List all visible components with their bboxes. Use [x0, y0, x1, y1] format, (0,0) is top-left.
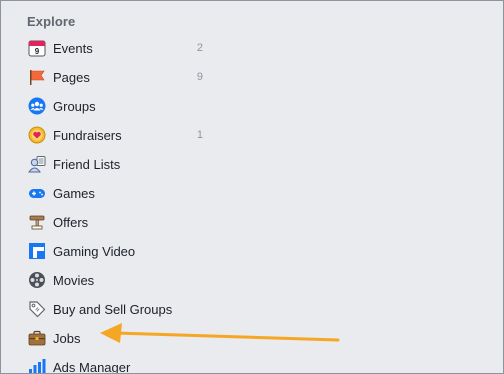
annotation-arrow-shaft — [114, 331, 340, 342]
annotation-arrow — [100, 323, 340, 343]
annotation-arrow-head — [100, 323, 122, 343]
explore-panel: Explore 9 Events 2 Pages 9 Groups Fundra… — [0, 0, 504, 374]
